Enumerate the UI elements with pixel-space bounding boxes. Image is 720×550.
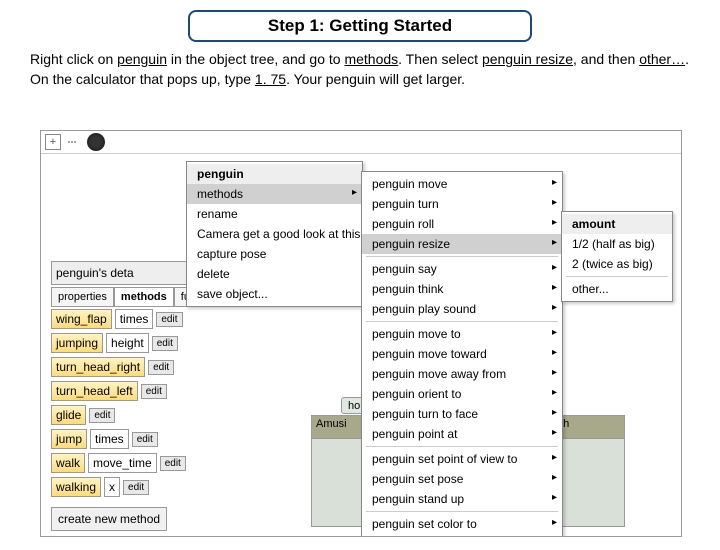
method-row: wing_flaptimesedit	[51, 309, 281, 329]
method-row: walkmove_timeedit	[51, 453, 281, 473]
method-chip[interactable]: times	[115, 309, 154, 329]
user-methods-list: wing_flaptimeseditjumpingheighteditturn_…	[51, 309, 281, 537]
method-chip[interactable]: times	[90, 429, 129, 449]
submenu-title: amount	[562, 214, 672, 234]
method-row: jumptimesedit	[51, 429, 281, 449]
context-item[interactable]: delete	[187, 264, 362, 284]
method-chip[interactable]: wing_flap	[51, 309, 112, 329]
submenu-item[interactable]: penguin set pose	[362, 469, 562, 489]
expand-icon[interactable]	[45, 134, 61, 150]
method-chip[interactable]: x	[104, 477, 120, 497]
submenu-item[interactable]: penguin set opacity to	[362, 534, 562, 537]
submenu-item[interactable]: penguin set point of view to	[362, 449, 562, 469]
object-tree-toolbar	[41, 131, 681, 154]
submenu-item[interactable]: penguin roll	[362, 214, 562, 234]
submenu-item[interactable]: penguin orient to	[362, 384, 562, 404]
method-chip[interactable]: move_time	[88, 453, 157, 473]
submenu-item[interactable]: penguin resize	[362, 234, 562, 254]
edit-button[interactable]: edit	[141, 384, 167, 399]
amount-item[interactable]: other...	[562, 279, 672, 299]
submenu-item[interactable]: penguin think	[362, 279, 562, 299]
context-item[interactable]: save object...	[187, 284, 362, 304]
submenu-item[interactable]: penguin say	[362, 259, 562, 279]
method-chip[interactable]: turn_head_right	[51, 357, 145, 377]
edit-button[interactable]: edit	[132, 432, 158, 447]
method-row: glideedit	[51, 405, 281, 425]
method-chip[interactable]: walk	[51, 453, 85, 473]
method-chip[interactable]: jumping	[51, 333, 103, 353]
edit-button[interactable]: edit	[148, 360, 174, 375]
methods-submenu[interactable]: penguin movepenguin turnpenguin rollpeng…	[361, 171, 563, 537]
create-new-method-button[interactable]: create new method	[51, 507, 167, 531]
submenu-item[interactable]: penguin set color to	[362, 514, 562, 534]
method-chip[interactable]: jump	[51, 429, 87, 449]
context-item[interactable]: rename	[187, 204, 362, 224]
screenshot-panel: penguin's deta properties methods functi…	[40, 130, 682, 537]
submenu-item[interactable]: penguin play sound	[362, 299, 562, 319]
method-chip[interactable]: glide	[51, 405, 86, 425]
object-context-menu[interactable]: penguin methodsrenameCamera get a good l…	[186, 161, 363, 307]
tab-properties[interactable]: properties	[51, 287, 114, 307]
edit-button[interactable]: edit	[152, 336, 178, 351]
submenu-item[interactable]: penguin move to	[362, 324, 562, 344]
context-item[interactable]: Camera get a good look at this	[187, 224, 362, 244]
method-chip[interactable]: height	[106, 333, 149, 353]
penguin-icon[interactable]	[87, 133, 105, 151]
submenu-item[interactable]: penguin move	[362, 174, 562, 194]
method-row: jumpingheightedit	[51, 333, 281, 353]
submenu-item[interactable]: penguin stand up	[362, 489, 562, 509]
method-row: turn_head_rightedit	[51, 357, 281, 377]
context-item[interactable]: methods	[187, 184, 362, 204]
submenu-item[interactable]: penguin move away from	[362, 364, 562, 384]
amount-item[interactable]: 2 (twice as big)	[562, 254, 672, 274]
context-title: penguin	[187, 164, 362, 184]
amount-item[interactable]: 1/2 (half as big)	[562, 234, 672, 254]
tab-methods[interactable]: methods	[114, 287, 174, 307]
method-row: turn_head_leftedit	[51, 381, 281, 401]
edit-button[interactable]: edit	[123, 480, 149, 495]
edit-button[interactable]: edit	[156, 312, 182, 327]
submenu-item[interactable]: penguin point at	[362, 424, 562, 444]
submenu-item[interactable]: penguin turn to face	[362, 404, 562, 424]
instruction-text: Right click on penguin in the object tre…	[30, 50, 690, 89]
method-chip[interactable]: turn_head_left	[51, 381, 138, 401]
step-banner: Step 1: Getting Started	[188, 10, 532, 42]
method-chip[interactable]: walking	[51, 477, 101, 497]
dots-icon	[65, 135, 79, 149]
edit-button[interactable]: edit	[160, 456, 186, 471]
submenu-item[interactable]: penguin move toward	[362, 344, 562, 364]
submenu-item[interactable]: penguin turn	[362, 194, 562, 214]
amount-submenu[interactable]: amount 1/2 (half as big)2 (twice as big)…	[561, 211, 673, 302]
edit-button[interactable]: edit	[89, 408, 115, 423]
context-item[interactable]: capture pose	[187, 244, 362, 264]
method-row: walkingxedit	[51, 477, 281, 497]
